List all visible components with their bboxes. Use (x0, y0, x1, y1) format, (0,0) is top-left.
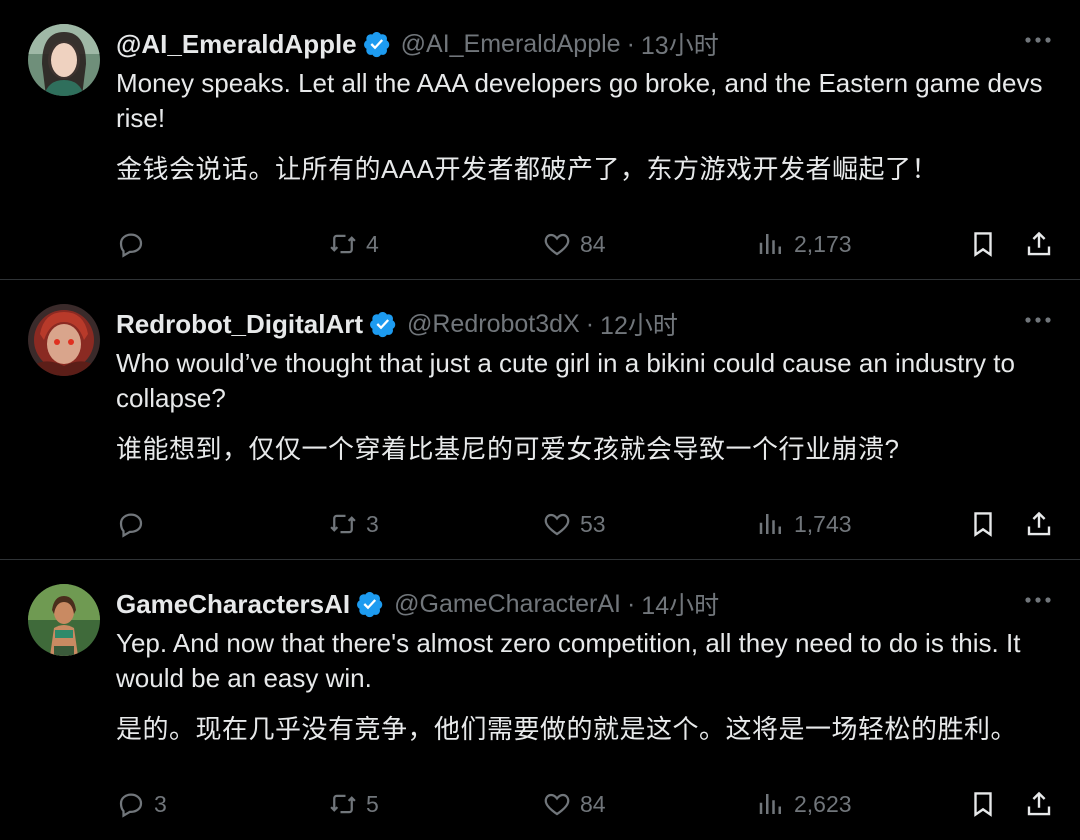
tweet-2[interactable]: Redrobot_DigitalArt @Redrobot3dX · 12小时 … (0, 280, 1080, 560)
share-button[interactable] (1024, 784, 1054, 824)
retweet-count: 3 (366, 510, 379, 537)
reply-icon (119, 793, 143, 818)
retweet-button[interactable]: 3 (328, 504, 379, 544)
more-icon[interactable] (1024, 586, 1052, 614)
like-count: 84 (580, 790, 606, 817)
verified-badge-icon (370, 311, 396, 338)
views-icon (759, 794, 781, 814)
retweet-icon (330, 234, 356, 254)
retweet-count: 5 (366, 790, 379, 817)
tweet-text-english: Money speaks. Let all the AAA developers… (116, 68, 1043, 133)
like-button[interactable]: 84 (542, 224, 606, 264)
verified-badge-icon (357, 591, 383, 618)
tweet-text-chinese: 谁能想到，仅仅一个穿着比基尼的可爱女孩就会导致一个行业崩溃? (116, 434, 900, 464)
tweet-3[interactable]: GameCharactersAI @GameCharacterAI · 14小时… (0, 560, 1080, 840)
like-icon (544, 793, 570, 816)
share-icon (1027, 791, 1051, 816)
avatar[interactable] (28, 584, 100, 656)
views-button[interactable]: 1,743 (756, 504, 852, 544)
retweet-button[interactable]: 4 (328, 224, 379, 264)
like-count: 53 (580, 510, 606, 537)
more-icon[interactable] (1024, 26, 1052, 54)
bookmark-icon (974, 232, 992, 257)
views-icon (759, 234, 781, 254)
tweet-text-chinese: 金钱会说话。让所有的AAA开发者都破产了，东方游戏开发者崛起了！ (116, 154, 939, 184)
author-handle[interactable]: @AI_EmeraldApple (401, 30, 621, 59)
like-button[interactable]: 84 (542, 784, 606, 824)
reply-button[interactable] (116, 224, 154, 264)
reply-icon (119, 233, 143, 258)
separator-dot: · (626, 589, 636, 618)
avatar[interactable] (28, 24, 100, 96)
timeline: @AI_EmeraldApple @AI_EmeraldApple · 13小时… (0, 0, 1080, 840)
views-button[interactable]: 2,623 (756, 784, 852, 824)
views-button[interactable]: 2,173 (756, 224, 852, 264)
tweet-text-english: Who would’ve thought that just a cute gi… (116, 348, 1015, 413)
tweet-1[interactable]: @AI_EmeraldApple @AI_EmeraldApple · 13小时… (0, 0, 1080, 280)
like-icon (544, 513, 570, 536)
tweet-header: @AI_EmeraldApple @AI_EmeraldApple · 13小时 (116, 24, 1060, 64)
tweet-text-chinese: 是的。现在几乎没有竞争，他们需要做的就是这个。这将是一场轻松的胜利。 (116, 714, 1018, 744)
like-icon (544, 233, 570, 256)
retweet-button[interactable]: 5 (328, 784, 379, 824)
tweet-text-english: Yep. And now that there's almost zero co… (116, 628, 1021, 693)
tweet-header: GameCharactersAI @GameCharacterAI · 14小时 (116, 584, 1060, 624)
share-button[interactable] (1024, 504, 1054, 544)
timestamp[interactable]: 12小时 (600, 306, 678, 342)
retweet-icon (330, 514, 356, 534)
views-count: 1,743 (794, 510, 852, 537)
action-bar: 3 53 1,743 (0, 504, 1080, 544)
action-bar: 4 84 2,173 (0, 224, 1080, 264)
author-name[interactable]: Redrobot_DigitalArt (116, 309, 363, 340)
share-icon (1027, 511, 1051, 536)
bookmark-button[interactable] (968, 784, 998, 824)
separator-dot: · (626, 29, 635, 58)
tweet-header: Redrobot_DigitalArt @Redrobot3dX · 12小时 (116, 304, 1060, 344)
reply-button[interactable]: 3 (116, 784, 167, 824)
author-handle[interactable]: @Redrobot3dX (407, 310, 580, 339)
share-icon (1027, 231, 1051, 256)
reply-icon (119, 513, 143, 538)
more-icon[interactable] (1024, 306, 1052, 334)
timestamp[interactable]: 14小时 (641, 586, 719, 622)
like-button[interactable]: 53 (542, 504, 606, 544)
bookmark-icon (974, 792, 992, 817)
share-button[interactable] (1024, 224, 1054, 264)
verified-badge-icon (363, 31, 389, 58)
retweet-count: 4 (366, 230, 379, 257)
views-count: 2,623 (794, 790, 852, 817)
avatar[interactable] (28, 304, 100, 376)
like-count: 84 (580, 230, 606, 257)
bookmark-button[interactable] (968, 224, 998, 264)
reply-button[interactable] (116, 504, 154, 544)
action-bar: 3 5 84 2,623 (0, 784, 1080, 824)
views-count: 2,173 (794, 230, 852, 257)
author-handle[interactable]: @GameCharacterAI (394, 590, 621, 619)
reply-count: 3 (154, 790, 167, 817)
author-name[interactable]: @AI_EmeraldApple (116, 29, 357, 60)
views-icon (759, 514, 781, 534)
author-name[interactable]: GameCharactersAI (116, 589, 350, 620)
bookmark-icon (974, 512, 992, 537)
bookmark-button[interactable] (968, 504, 998, 544)
timestamp[interactable]: 13小时 (641, 26, 719, 62)
retweet-icon (330, 794, 356, 814)
separator-dot: · (585, 309, 595, 338)
